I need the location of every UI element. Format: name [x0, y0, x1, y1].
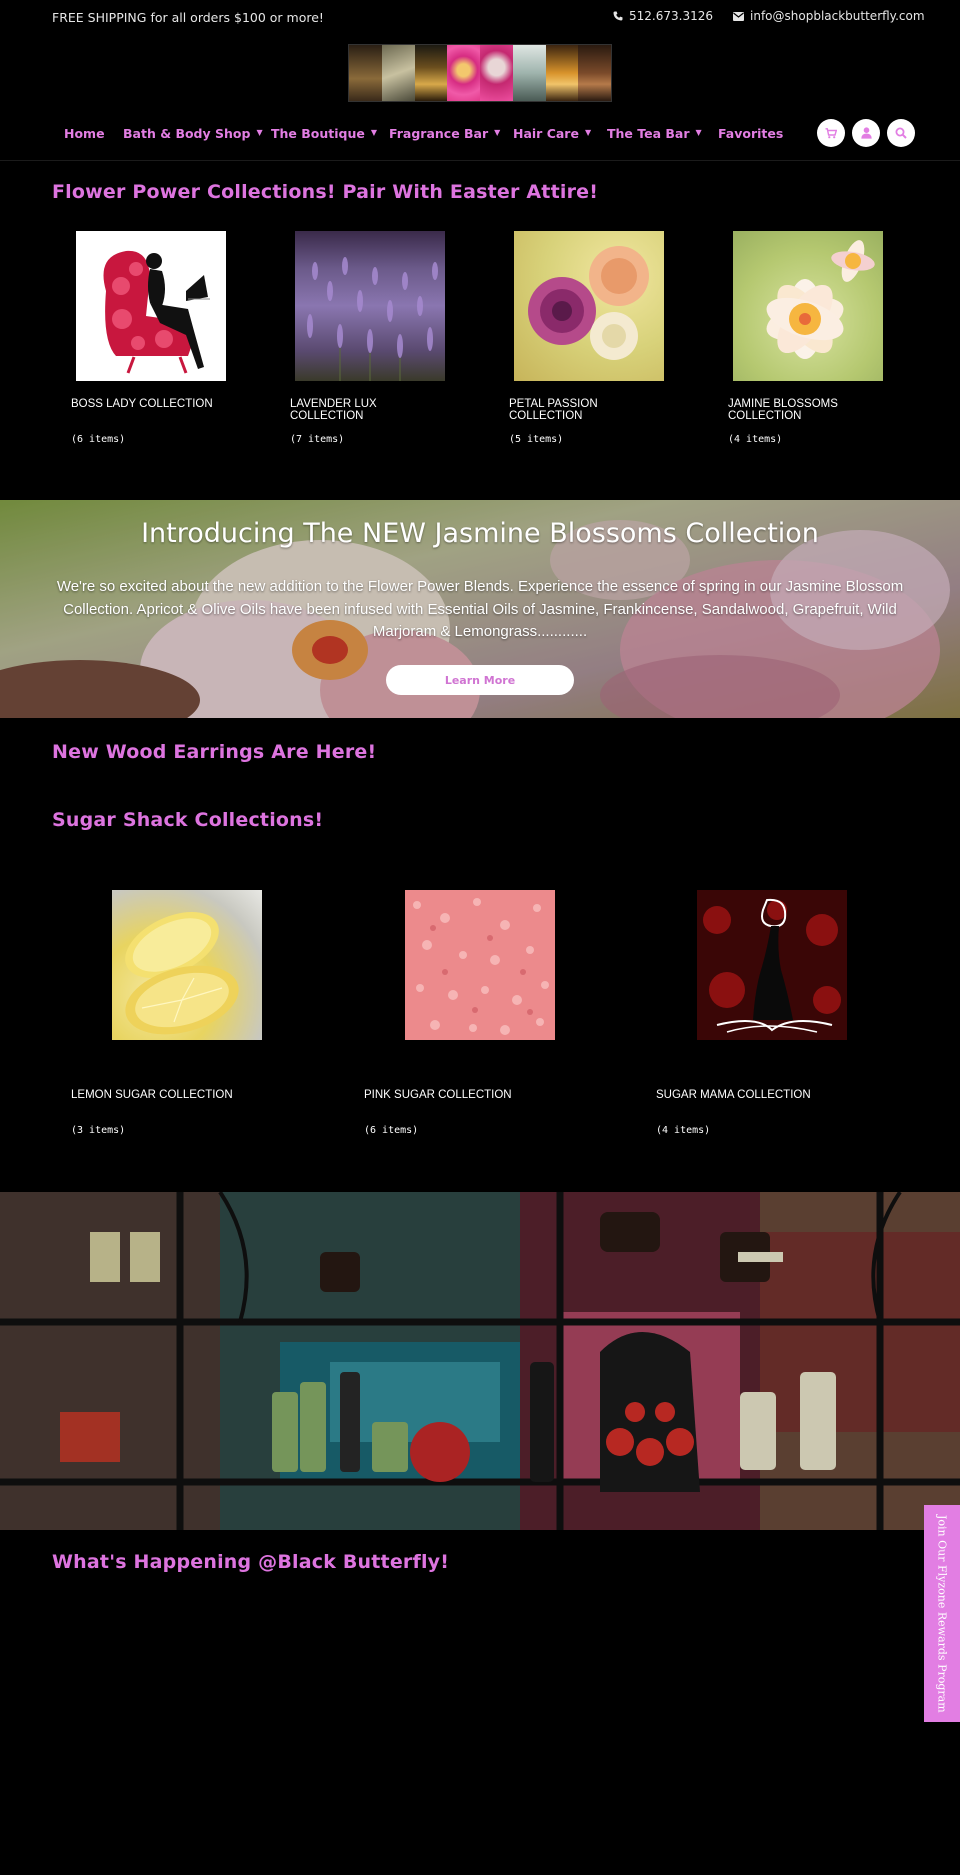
lemon-sugar-image[interactable] [112, 890, 262, 1040]
collection-title[interactable]: PETAL PASSION COLLECTION [509, 398, 629, 422]
store-shelf-photo [0, 1192, 960, 1530]
banner-description: We're so excited about the new addition … [56, 578, 904, 640]
nav-home[interactable]: Home [64, 126, 105, 141]
pink-sugar-image[interactable] [405, 890, 555, 1040]
chevron-down-icon: ▼ [695, 128, 702, 137]
nav-hair-care-label: Hair Care [513, 126, 579, 141]
chevron-down-icon: ▼ [494, 128, 501, 137]
collection-count: (4 items) [728, 434, 783, 445]
chevron-down-icon: ▼ [584, 128, 592, 137]
sugar-mama-illustration [697, 890, 847, 1040]
sugar-shack-heading: Sugar Shack Collections! [52, 809, 324, 831]
collection-count: (6 items) [364, 1125, 419, 1136]
jamine-blossoms-image[interactable] [733, 231, 883, 381]
lemon-slices-illustration [125, 911, 239, 1035]
nav-home-label: Home [64, 126, 105, 141]
sugar-mama-image[interactable] [697, 890, 847, 1040]
nav-fragrance-bar[interactable]: Fragrance Bar ▼ [389, 126, 500, 141]
plumeria-illustration [766, 240, 875, 359]
collection-count: (6 items) [71, 434, 126, 445]
banner-heading: Introducing The NEW Jasmine Blossoms Col… [141, 518, 819, 549]
rewards-program-label: Join Our Flyzone Rewards Program [935, 1514, 949, 1713]
collection-count: (4 items) [656, 1125, 711, 1136]
phone-icon [613, 11, 623, 21]
user-icon [860, 127, 872, 139]
email-contact[interactable]: info@shopblackbutterfly.com [733, 9, 925, 23]
wood-earrings-heading: New Wood Earrings Are Here! [52, 741, 377, 763]
nav-fragrance-label: Fragrance Bar [389, 126, 489, 141]
collection-count: (5 items) [509, 434, 564, 445]
chevron-down-icon: ▼ [256, 128, 263, 137]
rose-illustration [528, 246, 649, 360]
flower-power-heading: Flower Power Collections! Pair With East… [52, 181, 599, 203]
whats-happening-heading: What's Happening @Black Butterfly! [52, 1551, 450, 1573]
nav-bath-body-label: Bath & Body Shop [123, 126, 251, 141]
learn-more-button[interactable]: Learn More [386, 665, 574, 695]
lavender-field-illustration [307, 257, 438, 381]
nav-bath-body-shop[interactable]: Bath & Body Shop ▼ [123, 126, 263, 141]
nav-favorites-label: Favorites [718, 126, 784, 141]
chevron-down-icon: ▼ [370, 128, 378, 137]
phone-contact[interactable]: 512.673.3126 [613, 9, 713, 23]
collection-title[interactable]: SUGAR MAMA COLLECTION [656, 1089, 856, 1101]
nav-boutique-label: The Boutique [271, 126, 365, 141]
envelope-icon [733, 11, 744, 21]
collection-title[interactable]: LEMON SUGAR COLLECTION [71, 1089, 271, 1101]
collection-title[interactable]: BOSS LADY COLLECTION [71, 398, 241, 410]
lavender-lux-image[interactable] [295, 231, 445, 381]
store-logo[interactable] [348, 44, 612, 102]
cart-button[interactable] [817, 119, 845, 147]
phone-number[interactable]: 512.673.3126 [629, 9, 713, 23]
collection-title[interactable]: PINK SUGAR COLLECTION [364, 1089, 564, 1101]
free-shipping-notice: FREE SHIPPING for all orders $100 or mor… [52, 10, 324, 25]
nav-the-boutique[interactable]: The Boutique ▼ [271, 126, 377, 141]
cart-icon [825, 127, 837, 138]
collection-title[interactable]: JAMINE BLOSSOMS COLLECTION [728, 398, 868, 422]
account-button[interactable] [852, 119, 880, 147]
collection-count: (7 items) [290, 434, 345, 445]
top-bar: FREE SHIPPING for all orders $100 or mor… [0, 0, 960, 36]
nav-hair-care[interactable]: Hair Care ▼ [513, 126, 591, 141]
rewards-program-tab[interactable]: Join Our Flyzone Rewards Program [924, 1505, 960, 1722]
search-button[interactable] [887, 119, 915, 147]
collection-title[interactable]: LAVENDER LUX COLLECTION [290, 398, 410, 422]
search-icon [895, 127, 907, 139]
boss-lady-image[interactable] [76, 231, 226, 381]
petal-passion-image[interactable] [514, 231, 664, 381]
jasmine-hero-banner: Introducing The NEW Jasmine Blossoms Col… [0, 500, 960, 718]
collection-count: (3 items) [71, 1125, 126, 1136]
store-display-image [0, 1192, 960, 1530]
nav-divider [0, 160, 960, 161]
nav-the-tea-bar[interactable]: The Tea Bar ▼ [607, 126, 702, 141]
email-address[interactable]: info@shopblackbutterfly.com [750, 9, 925, 23]
pink-sugar-texture [405, 890, 555, 1040]
nav-favorites[interactable]: Favorites [718, 126, 783, 141]
nav-tea-bar-label: The Tea Bar [607, 126, 690, 141]
boss-lady-illustration [76, 231, 226, 381]
